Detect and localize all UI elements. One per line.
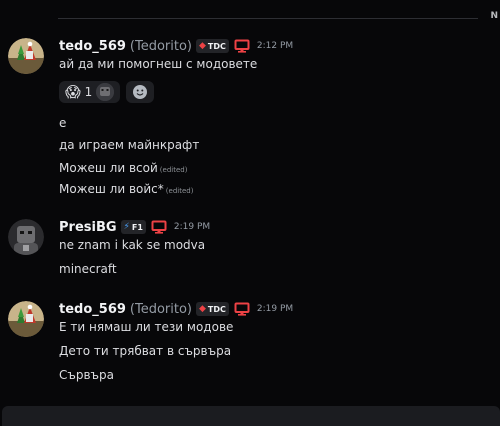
- red-gem-icon: ◆: [199, 304, 206, 314]
- smiley-icon: [133, 85, 148, 99]
- username[interactable]: tedo_569: [59, 39, 126, 54]
- monitor-icon: [151, 220, 167, 234]
- reaction-count: 1: [84, 85, 93, 99]
- reactor-avatar: [96, 83, 115, 101]
- message-header: tedo_569 (Tedorito) ◆ TDC 2:19 PM: [59, 300, 293, 318]
- username[interactable]: PresiBG: [59, 220, 117, 235]
- server-tag[interactable]: ◆ TDC: [196, 39, 229, 53]
- server-tag[interactable]: ⚡ F1: [120, 220, 146, 234]
- username[interactable]: tedo_569: [59, 302, 126, 317]
- timestamp: 2:19 PM: [256, 304, 294, 314]
- timestamp: 2:19 PM: [173, 222, 211, 232]
- red-gem-icon: ◆: [199, 41, 206, 51]
- message-text: да играем майнкрафт: [59, 138, 200, 152]
- edited-label: (edited): [165, 187, 194, 195]
- nickname: (Tedorito): [129, 38, 192, 54]
- shocked-face-emoji: 😱: [65, 82, 81, 101]
- message-text: ай да ми помогнеш с модовете: [59, 57, 258, 71]
- lightning-icon: ⚡: [123, 222, 130, 232]
- avatar[interactable]: [8, 219, 44, 255]
- message-text: Можеш ли войс* (edited): [59, 182, 193, 196]
- timestamp: 2:12 PM: [256, 41, 294, 51]
- monitor-icon: [234, 302, 250, 316]
- avatar[interactable]: [8, 38, 44, 74]
- monitor-icon: [234, 39, 250, 53]
- message-body: Можеш ли всой: [59, 161, 158, 175]
- message-text: minecraft: [59, 262, 117, 276]
- message-body: Можеш ли войс*: [59, 182, 164, 196]
- tag-label: TDC: [207, 41, 226, 51]
- tag-label: TDC: [207, 304, 226, 314]
- server-tag[interactable]: ◆ TDC: [196, 302, 229, 316]
- message-text: Сървъра: [59, 368, 114, 382]
- reaction-button[interactable]: 😱 1: [59, 81, 121, 103]
- nickname: (Tedorito): [129, 301, 192, 317]
- divider-line: [58, 18, 478, 19]
- add-reaction-button[interactable]: [126, 81, 155, 103]
- avatar[interactable]: [8, 301, 44, 337]
- divider-label: N: [490, 11, 498, 21]
- message-header: tedo_569 (Tedorito) ◆ TDC 2:12 PM: [59, 37, 293, 55]
- edited-label: (edited): [159, 166, 188, 174]
- reactions-bar: 😱 1: [59, 81, 155, 103]
- message-input[interactable]: [2, 406, 500, 426]
- message-text: Е ти нямаш ли тези модове: [59, 320, 234, 334]
- message-text: Можеш ли всой (edited): [59, 161, 187, 175]
- message-header: PresiBG ⚡ F1 2:19 PM: [59, 218, 210, 236]
- tag-label: F1: [131, 222, 143, 232]
- message-text: е: [59, 116, 67, 130]
- message-text: Дето ти трябват в сървъра: [59, 344, 232, 358]
- message-text: ne znam i kak se modva: [59, 238, 206, 252]
